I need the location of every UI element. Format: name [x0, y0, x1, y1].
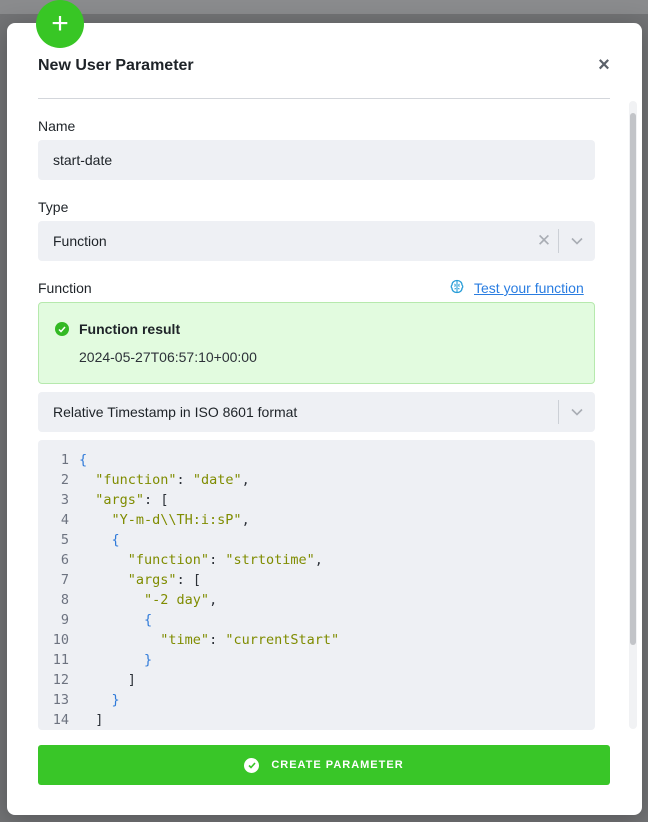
code-line: 14 ] [38, 710, 104, 730]
code-line: 7 "args": [ [38, 570, 201, 590]
function-label: Function [38, 280, 92, 296]
code-line: 12 ] [38, 670, 136, 690]
code-line-text: { [111, 532, 120, 548]
add-parameter-icon: + [36, 0, 84, 48]
line-number: 14 [52, 712, 69, 728]
function-code-editor[interactable]: 1{2 "function": "date", 3 "args": [4 "Y-m… [38, 440, 595, 730]
code-line: 10 "time": "currentStart" [38, 630, 339, 650]
code-line-text: "-2 day", [144, 592, 218, 608]
code-line: 2 "function": "date", [38, 470, 250, 490]
line-number: 5 [60, 532, 69, 548]
header-divider [38, 98, 610, 99]
function-result-title: Function result [79, 321, 181, 337]
code-line-text: ] [127, 672, 136, 688]
chevron-down-icon[interactable] [559, 408, 595, 416]
code-line: 8 "-2 day", [38, 590, 217, 610]
create-parameter-button[interactable]: CREATE PARAMETER [38, 745, 610, 785]
name-input[interactable]: start-date [38, 140, 595, 180]
code-line: 6 "function": "strtotime", [38, 550, 323, 570]
modal-title: New User Parameter [38, 57, 194, 74]
type-select[interactable]: Function ✕ [38, 221, 595, 261]
line-number: 2 [60, 472, 69, 488]
code-line-text: "function": "strtotime", [127, 552, 323, 568]
new-user-parameter-modal: New User Parameter × Name start-date Typ… [7, 23, 642, 815]
type-select-value: Function [53, 233, 107, 249]
name-input-value: start-date [53, 152, 113, 168]
clear-icon[interactable]: ✕ [530, 231, 558, 251]
name-label: Name [38, 118, 76, 134]
code-line-text: } [144, 652, 153, 668]
modal-scrollbar-thumb[interactable] [630, 113, 636, 645]
line-number: 3 [60, 492, 69, 508]
code-line: 1{ [38, 450, 87, 470]
line-number: 10 [52, 632, 69, 648]
test-function-link-label: Test your function [474, 280, 584, 296]
code-line: 3 "args": [ [38, 490, 169, 510]
chevron-down-icon[interactable] [559, 237, 595, 245]
close-button[interactable]: × [595, 53, 613, 76]
code-line-text: "function": "date", [95, 472, 250, 488]
line-number: 12 [52, 672, 69, 688]
code-line-text: } [111, 692, 120, 708]
line-number: 6 [60, 552, 69, 568]
check-circle-icon [55, 322, 69, 336]
background-page-strip [0, 0, 648, 14]
code-line-text: { [79, 452, 88, 468]
create-parameter-label: CREATE PARAMETER [271, 759, 404, 771]
brain-icon [450, 279, 464, 297]
line-number: 1 [60, 452, 69, 468]
code-line-text: "time": "currentStart" [160, 632, 340, 648]
type-label: Type [38, 199, 69, 215]
line-number: 7 [60, 572, 69, 588]
line-number: 4 [60, 512, 69, 528]
test-function-link[interactable]: Test your function [450, 279, 584, 297]
code-line: 5 { [38, 530, 120, 550]
code-line: 9 { [38, 610, 152, 630]
function-result-panel: Function result 2024-05-27T06:57:10+00:0… [38, 302, 595, 384]
code-line: 11 } [38, 650, 152, 670]
code-line: 4 "Y-m-d\\TH:i:sP", [38, 510, 250, 530]
code-line-text: "Y-m-d\\TH:i:sP", [111, 512, 250, 528]
line-number: 13 [52, 692, 69, 708]
code-line-text: "args": [ [95, 492, 169, 508]
line-number: 8 [60, 592, 69, 608]
code-line-text: "args": [ [127, 572, 201, 588]
code-line-text: { [144, 612, 153, 628]
line-number: 9 [60, 612, 69, 628]
function-preset-value: Relative Timestamp in ISO 8601 format [53, 404, 298, 420]
function-preset-select[interactable]: Relative Timestamp in ISO 8601 format [38, 392, 595, 432]
function-result-value: 2024-05-27T06:57:10+00:00 [79, 349, 257, 365]
close-icon: × [598, 53, 610, 76]
code-line-text: ] [95, 712, 104, 728]
check-circle-icon [244, 757, 260, 773]
line-number: 11 [52, 652, 69, 668]
code-line: 13 } [38, 690, 120, 710]
